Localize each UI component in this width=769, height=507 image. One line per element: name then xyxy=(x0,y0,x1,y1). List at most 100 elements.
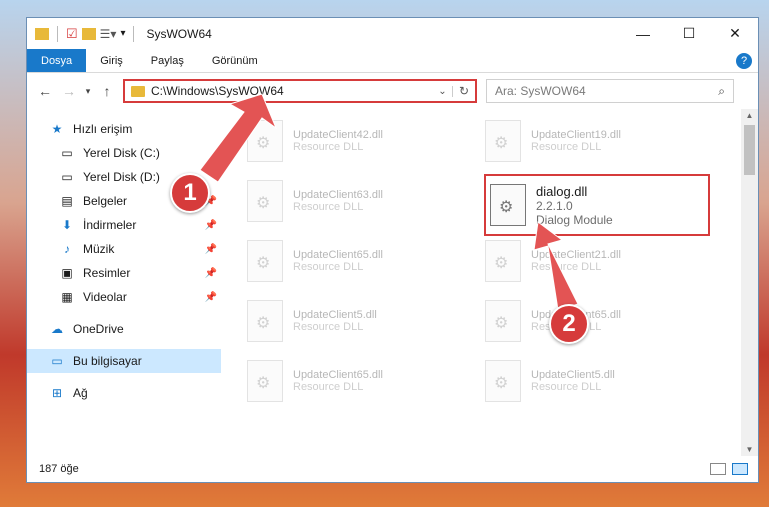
sidebar-item-label: İndirmeler xyxy=(83,218,137,232)
pin-icon[interactable]: 📌 xyxy=(205,244,217,255)
title-bar: ☑ ☰▾ ▾ SysWOW64 — ☐ ✕ xyxy=(27,18,758,49)
sidebar-item-network[interactable]: ⊞ Ağ xyxy=(27,381,221,405)
dll-file-icon xyxy=(247,120,283,162)
file-name: UpdateClient5.dll xyxy=(531,369,615,381)
sidebar-item-label: Yerel Disk (D:) xyxy=(83,170,160,184)
file-item-dialog-dll[interactable]: dialog.dll 2.2.1.0 Dialog Module xyxy=(484,174,710,236)
file-item[interactable]: UpdateClient5.dllResource DLL xyxy=(247,297,467,345)
star-icon: ★ xyxy=(51,122,63,136)
address-row: ← → ▾ ↑ C:\Windows\SysWOW64 ⌄ ↻ Ara: Sys… xyxy=(27,73,758,109)
file-item[interactable]: UpdateClient65.dllResource DLL xyxy=(247,357,467,405)
file-type: Dialog Module xyxy=(536,212,613,227)
file-type: Resource DLL xyxy=(293,321,364,333)
sidebar-item-quick-access[interactable]: ★ Hızlı erişim xyxy=(27,117,221,141)
sidebar-item-videos[interactable]: ▦ Videolar 📌 xyxy=(27,285,221,309)
cloud-icon: ☁ xyxy=(51,322,63,336)
file-item[interactable]: UpdateClient19.dllResource DLL xyxy=(485,117,705,165)
file-name: UpdateClient5.dll xyxy=(293,309,377,321)
file-type: Resource DLL xyxy=(293,261,364,273)
view-switcher xyxy=(710,463,748,475)
sidebar-item-label: Videolar xyxy=(83,290,127,304)
file-type: Resource DLL xyxy=(531,261,602,273)
pin-icon[interactable]: 📌 xyxy=(205,292,217,303)
recent-locations-button[interactable]: ▾ xyxy=(81,86,95,97)
file-item[interactable]: UpdateClient63.dllResource DLL xyxy=(247,177,467,225)
file-type: Resource DLL xyxy=(531,381,602,393)
file-name: dialog.dll xyxy=(536,183,588,199)
tab-gorunum[interactable]: Görünüm xyxy=(198,49,272,72)
file-type: Resource DLL xyxy=(293,141,364,153)
dll-file-icon xyxy=(247,300,283,342)
file-item[interactable]: UpdateClient65.dllResource DLL xyxy=(247,237,467,285)
file-item[interactable]: UpdateClient42.dllResource DLL xyxy=(247,117,467,165)
sidebar-item-onedrive[interactable]: ☁ OneDrive xyxy=(27,317,221,341)
large-icons-view-icon[interactable] xyxy=(732,463,748,475)
sidebar-item-this-pc[interactable]: ▭ Bu bilgisayar xyxy=(27,349,221,373)
sidebar-item-pictures[interactable]: ▣ Resimler 📌 xyxy=(27,261,221,285)
quick-access-toolbar: ☑ ☰▾ ▾ xyxy=(35,25,138,42)
tab-paylas[interactable]: Paylaş xyxy=(137,49,198,72)
divider xyxy=(133,25,135,42)
help-button[interactable]: ? xyxy=(736,49,752,72)
pin-icon[interactable]: 📌 xyxy=(205,220,217,231)
tab-giris[interactable]: Giriş xyxy=(86,49,137,72)
sidebar-item-label: Ağ xyxy=(73,386,88,400)
computer-icon: ▭ xyxy=(51,354,63,368)
chevron-down-icon[interactable]: ⌄ xyxy=(433,85,453,97)
documents-icon: ▤ xyxy=(61,194,73,208)
close-button[interactable]: ✕ xyxy=(712,18,758,49)
network-icon: ⊞ xyxy=(51,386,63,400)
dll-file-icon xyxy=(485,120,521,162)
view-options-icon[interactable]: ☰▾ xyxy=(100,27,117,41)
file-type: Resource DLL xyxy=(531,141,602,153)
sidebar-item-music[interactable]: ♪ Müzik 📌 xyxy=(27,237,221,261)
tab-dosya[interactable]: Dosya xyxy=(27,49,87,72)
details-view-icon[interactable] xyxy=(710,463,726,475)
vertical-scrollbar[interactable]: ▲ ▼ xyxy=(741,109,758,456)
scroll-up-icon[interactable]: ▲ xyxy=(741,111,758,120)
folder-icon xyxy=(35,27,49,40)
search-input[interactable]: Ara: SysWOW64 ⌕ xyxy=(486,79,734,103)
address-bar[interactable]: C:\Windows\SysWOW64 ⌄ ↻ xyxy=(123,79,477,103)
file-item[interactable]: UpdateClient5.dllResource DLL xyxy=(485,357,705,405)
file-name: UpdateClient21.dll xyxy=(531,249,621,261)
new-folder-icon[interactable] xyxy=(81,27,96,40)
main-content: ★ Hızlı erişim ▭ Yerel Disk (C:) ▭ Yerel… xyxy=(27,109,758,456)
navigation-pane: ★ Hızlı erişim ▭ Yerel Disk (C:) ▭ Yerel… xyxy=(27,109,221,456)
file-name: UpdateClient65.dll xyxy=(293,249,383,261)
maximize-button[interactable]: ☐ xyxy=(666,18,712,49)
file-name: UpdateClient19.dll xyxy=(531,129,621,141)
item-count: 187 öğe xyxy=(39,463,79,475)
sidebar-item-label: Yerel Disk (C:) xyxy=(83,146,160,160)
up-button[interactable]: ↑ xyxy=(95,83,119,99)
file-item[interactable]: UpdateClient65.dllResource DLL xyxy=(485,297,705,345)
properties-icon[interactable]: ☑ xyxy=(66,26,78,42)
refresh-button[interactable]: ↻ xyxy=(453,84,475,98)
address-path[interactable]: C:\Windows\SysWOW64 xyxy=(151,84,284,98)
pictures-icon: ▣ xyxy=(61,266,73,280)
sidebar-item-label: Bu bilgisayar xyxy=(73,354,142,368)
explorer-window: ☑ ☰▾ ▾ SysWOW64 — ☐ ✕ Dosya Giriş Paylaş… xyxy=(26,17,759,483)
customize-toolbar-icon[interactable]: ▾ xyxy=(120,28,125,39)
dll-file-icon xyxy=(485,360,521,402)
ribbon-tabs: Dosya Giriş Paylaş Görünüm ? xyxy=(27,49,758,73)
file-item[interactable]: UpdateClient21.dllResource DLL xyxy=(485,237,705,285)
pin-icon[interactable]: 📌 xyxy=(205,268,217,279)
sidebar-item-label: Hızlı erişim xyxy=(73,122,133,136)
back-button[interactable]: ← xyxy=(33,83,57,99)
minimize-button[interactable]: — xyxy=(620,18,666,49)
divider xyxy=(27,373,221,381)
scrollbar-thumb[interactable] xyxy=(744,125,755,175)
file-version: 2.2.1.0 xyxy=(536,198,573,213)
sidebar-item-disk-c[interactable]: ▭ Yerel Disk (C:) xyxy=(27,141,221,165)
step-badge-2: 2 xyxy=(549,304,589,344)
sidebar-item-label: Resimler xyxy=(83,266,131,280)
drive-icon: ▭ xyxy=(61,170,73,184)
file-name: UpdateClient42.dll xyxy=(293,129,383,141)
sidebar-item-label: Müzik xyxy=(83,242,115,256)
sidebar-item-downloads[interactable]: ⬇ İndirmeler 📌 xyxy=(27,213,221,237)
scroll-down-icon[interactable]: ▼ xyxy=(741,445,758,454)
forward-button[interactable]: → xyxy=(57,83,81,99)
sidebar-item-label: OneDrive xyxy=(73,322,124,336)
dll-file-icon xyxy=(247,180,283,222)
